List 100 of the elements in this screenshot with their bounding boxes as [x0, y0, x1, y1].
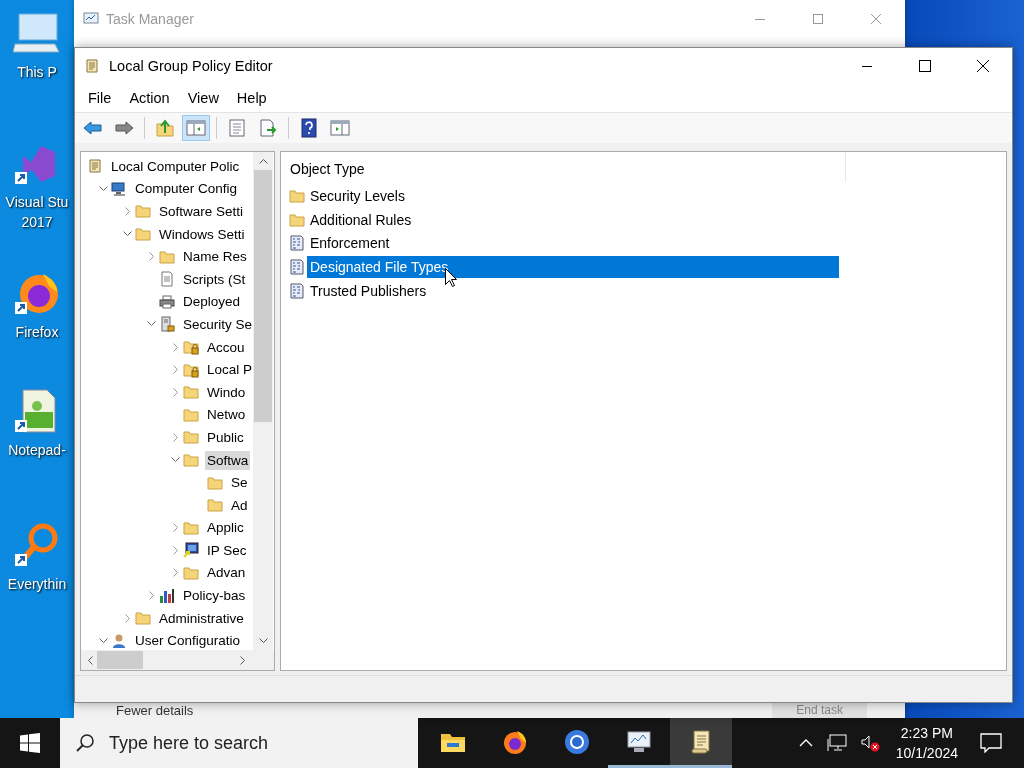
- chevron-right-icon[interactable]: [172, 342, 179, 352]
- folder-up-icon: [155, 118, 175, 138]
- tree-item[interactable]: Policy-bas: [181, 586, 248, 606]
- scroll-icon: [84, 58, 100, 74]
- tree-item[interactable]: Netwo: [205, 405, 248, 425]
- tree-item[interactable]: Computer Config: [133, 179, 240, 199]
- clock-time[interactable]: 2:23 PM: [900, 723, 953, 743]
- tree-item[interactable]: Applic: [205, 518, 246, 538]
- tree-item[interactable]: Deployed: [181, 292, 243, 312]
- maximize-icon: [813, 14, 823, 24]
- folder-icon: [183, 452, 199, 468]
- chevron-right-icon[interactable]: [172, 432, 179, 442]
- speaker-muted-icon[interactable]: [860, 734, 881, 752]
- horizontal-scrollbar[interactable]: [81, 650, 274, 670]
- tree-item[interactable]: Ad: [229, 495, 250, 515]
- tree-item[interactable]: Windo: [205, 382, 248, 402]
- tree-item[interactable]: Security Se: [181, 314, 253, 334]
- vertical-scrollbar[interactable]: [253, 152, 273, 650]
- folder-icon: [207, 474, 223, 491]
- menu-item[interactable]: View: [178, 88, 228, 108]
- menu-item[interactable]: Help: [227, 88, 276, 108]
- network-icon[interactable]: [826, 734, 847, 752]
- chevron-down-icon[interactable]: [99, 637, 108, 644]
- fewer-details-link[interactable]: Fewer details: [116, 703, 194, 718]
- clock-date[interactable]: 10/1/2024: [895, 743, 958, 763]
- close-icon: [977, 60, 989, 72]
- tree-item[interactable]: Advan: [205, 563, 248, 583]
- icon-label: 2017: [21, 213, 53, 232]
- maximize-icon: [919, 60, 931, 72]
- tree-item[interactable]: Accou: [205, 337, 247, 357]
- scroll-down-icon[interactable]: [258, 638, 268, 644]
- tree-item[interactable]: Windows Setti: [157, 224, 247, 244]
- folder-icon: [183, 565, 199, 581]
- chevron-right-icon[interactable]: [172, 523, 179, 533]
- chevron-right-icon[interactable]: [172, 568, 179, 578]
- window-title: Local Group Policy Editor: [109, 58, 273, 74]
- tree-pane-icon: [186, 118, 206, 138]
- scroll-up-icon[interactable]: [258, 158, 268, 164]
- folder-icon: [183, 519, 199, 536]
- browser-globe-icon: [563, 727, 591, 756]
- chevron-right-icon[interactable]: [124, 207, 131, 216]
- tree-item[interactable]: IP Sec: [205, 540, 249, 560]
- folder-icon: [183, 429, 199, 446]
- folder-icon: [289, 187, 305, 204]
- list-item[interactable]: Designated File Types: [307, 256, 839, 279]
- scroll-icon: [87, 158, 103, 175]
- chevron-right-icon[interactable]: [172, 365, 179, 375]
- folder-icon: [135, 610, 151, 627]
- action-pane-icon: [330, 118, 350, 138]
- tree-item[interactable]: Administrative: [157, 608, 246, 628]
- tree-item[interactable]: Local Computer Polic: [109, 156, 242, 176]
- computer-icon: [111, 180, 127, 197]
- chevron-right-icon[interactable]: [148, 252, 155, 262]
- tree-item[interactable]: Local P: [205, 360, 253, 380]
- chevron-down-icon[interactable]: [99, 185, 108, 192]
- taskbar-app-button[interactable]: [670, 718, 732, 768]
- list-item[interactable]: Additional Rules: [307, 208, 415, 231]
- folder-icon: [289, 211, 305, 228]
- list-item[interactable]: Security Levels: [307, 184, 408, 207]
- menu-item[interactable]: File: [79, 88, 121, 108]
- list-item[interactable]: Enforcement: [307, 232, 393, 255]
- server-lock-icon: [159, 316, 175, 333]
- tree-item[interactable]: User Configuratio: [133, 631, 243, 650]
- tree-item[interactable]: Name Res: [181, 247, 249, 267]
- chevron-right-icon[interactable]: [124, 613, 131, 623]
- search-field[interactable]: Type here to search: [60, 718, 418, 768]
- show-tree-button[interactable]: [182, 115, 210, 141]
- icon-label: This P: [17, 63, 57, 82]
- chevron-right-icon[interactable]: [148, 591, 155, 601]
- search-icon: [75, 733, 95, 753]
- chevron-up-icon[interactable]: [798, 739, 813, 747]
- folder-icon: [135, 203, 151, 220]
- export-icon: [258, 118, 278, 138]
- icon-label: Everythin: [7, 575, 67, 594]
- chevron-down-icon[interactable]: [147, 321, 156, 328]
- close-icon: [871, 14, 881, 24]
- chevron-down-icon[interactable]: [171, 457, 180, 463]
- chevron-right-icon[interactable]: [172, 545, 179, 555]
- scroll-left-icon[interactable]: [87, 655, 93, 665]
- tree-item[interactable]: Software Setti: [157, 202, 246, 221]
- folder-icon: [135, 226, 151, 243]
- bar-chart-icon: [159, 587, 175, 604]
- monitor-chart-icon: [83, 11, 99, 27]
- chevron-down-icon[interactable]: [123, 231, 132, 238]
- column-header[interactable]: Object Type: [289, 152, 846, 182]
- scroll-right-icon[interactable]: [240, 655, 246, 665]
- window-title: Task Manager: [106, 11, 194, 27]
- tree-item[interactable]: Public: [205, 427, 246, 447]
- list-item[interactable]: Trusted Publishers: [307, 280, 430, 303]
- printer-icon: [159, 293, 175, 310]
- icon-label: Visual Stu: [5, 193, 69, 212]
- notification-icon[interactable]: [980, 733, 1002, 753]
- tree-item[interactable]: Scripts (St: [181, 269, 248, 289]
- chevron-right-icon[interactable]: [172, 387, 179, 397]
- folder-icon: [207, 497, 223, 514]
- menu-item[interactable]: Action: [120, 88, 179, 108]
- tree-item[interactable]: Se: [229, 473, 250, 493]
- tree-item[interactable]: Softwa: [205, 450, 251, 470]
- locked-folder-icon: [183, 361, 199, 378]
- locked-folder-icon: [183, 339, 199, 356]
